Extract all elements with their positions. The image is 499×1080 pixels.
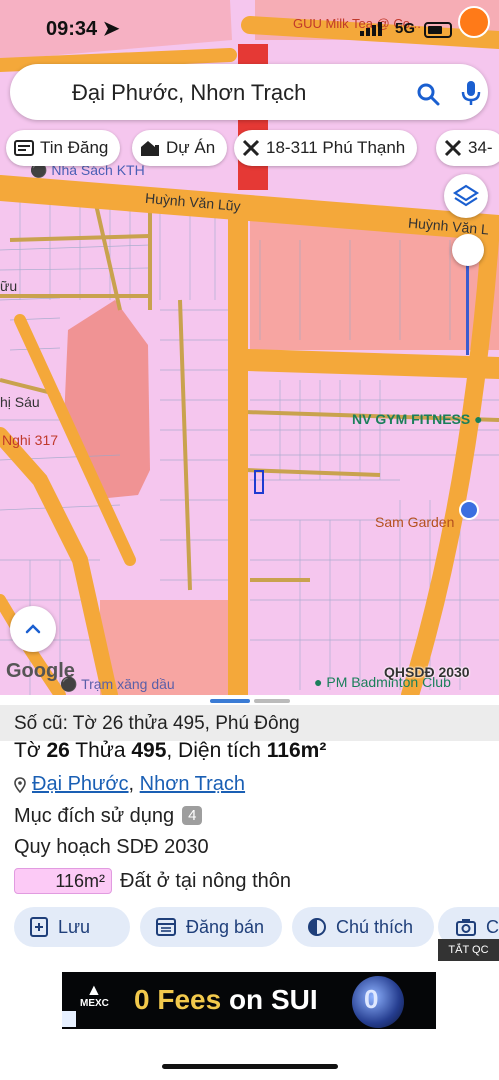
badminton-pin-icon: ● <box>314 674 323 690</box>
save-label: Lưu <box>58 916 91 937</box>
signal-icon <box>360 22 382 36</box>
road-label-left-1: ữu <box>0 278 18 294</box>
news-icon <box>14 140 34 156</box>
hide-ads-button[interactable]: TẮT QC <box>438 939 499 961</box>
chip-du-an[interactable]: Dự Án <box>132 130 228 166</box>
planning-tool-icon <box>242 139 260 157</box>
purpose-label: Mục đích sử dụng <box>14 805 175 827</box>
map-view[interactable]: ⚫ Nhà Sách KTH Huỳnh Văn Lũy Huỳnh Văn L… <box>0 0 499 695</box>
map-label-gas-station[interactable]: ⚫ Trạm xăng dầu <box>60 676 175 693</box>
network-type: 5G <box>395 20 416 37</box>
title-sheet-label: Tờ <box>14 739 47 762</box>
my-location-icon <box>459 500 479 520</box>
location-arrow-icon: ➤ <box>102 18 120 40</box>
title-area-label: , Diện tích <box>166 739 267 762</box>
camera-label: C <box>486 916 499 937</box>
chip-tin-dang[interactable]: Tin Đăng <box>6 130 121 166</box>
status-bar: 09:34 ➤ GUU Milk Tea @ Co... 5G <box>0 0 499 58</box>
road-label-left-2: hị Sáu <box>0 394 40 410</box>
old-reference-bar: Số cũ: Tờ 26 thửa 495, Phú Đông <box>0 705 499 741</box>
plan-layer-label: QHSDĐ 2030 <box>384 664 470 680</box>
gym-name: NV GYM FITNESS <box>352 411 471 427</box>
chevron-up-icon <box>25 624 41 634</box>
status-time: 09:34 ➤ <box>46 16 119 41</box>
ad-banner[interactable]: ▲ MEXC 0 Fees on SUI 0 <box>62 972 436 1029</box>
ad-headline-rest: on SUI <box>221 984 318 1015</box>
map-label-sam-garden[interactable]: Sam Garden <box>375 514 454 530</box>
layers-icon <box>452 184 480 207</box>
plan-label: Quy hoạch SDĐ 2030 <box>14 836 209 858</box>
opacity-slider-handle[interactable] <box>452 234 484 266</box>
parcel-area: 116m² <box>266 739 327 762</box>
ad-badge: 0 <box>364 984 379 1014</box>
chip-phu-thanh[interactable]: 18-311 Phú Thạnh <box>234 130 418 166</box>
legend-button[interactable]: Chú thích <box>292 907 434 947</box>
location-pin-icon <box>14 776 26 793</box>
parcel-number: 495 <box>131 739 167 762</box>
location-separator: , <box>128 773 140 795</box>
camera-icon <box>456 919 476 936</box>
purpose-count-badge: 4 <box>182 806 203 825</box>
contrast-icon <box>308 918 326 936</box>
ad-choices-icon[interactable] <box>62 1011 76 1027</box>
location-link-nhon-trach[interactable]: Nhơn Trạch <box>140 773 245 795</box>
parcel-title: Tờ 26 Thửa 495, Diện tích 116m² <box>14 739 326 763</box>
map-label-gym[interactable]: NV GYM FITNESS ● <box>352 411 483 427</box>
profile-avatar[interactable] <box>458 6 490 38</box>
location-row: Đại Phước, Nhơn Trạch <box>14 773 245 796</box>
sheet-number: 26 <box>46 739 70 762</box>
old-reference-text: Số cũ: Tờ 26 thửa 495, Phú Đông <box>14 713 300 734</box>
chip-label: Dự Án <box>166 138 216 157</box>
legend-label: Chú thích <box>336 916 414 937</box>
parcel-info-sheet: Số cũ: Tờ 26 thửa 495, Phú Đông Tờ 26 Th… <box>0 695 499 1080</box>
save-button[interactable]: Lưu <box>14 907 130 947</box>
sheet-handle[interactable] <box>210 699 250 703</box>
search-bar[interactable]: Đại Phước, Nhơn Trạch <box>10 64 488 120</box>
microphone-icon[interactable] <box>460 80 482 106</box>
ad-graphic: 0 <box>352 976 404 1028</box>
chip-34[interactable]: 34- <box>436 130 499 166</box>
land-type-label: Đất ở tại nông thôn <box>120 869 292 892</box>
search-input[interactable]: Đại Phước, Nhơn Trạch <box>72 80 306 106</box>
title-parcel-label: Thửa <box>69 739 132 762</box>
post-for-sale-button[interactable]: Đăng bán <box>140 907 282 947</box>
ad-headline-highlight: 0 Fees <box>134 984 222 1015</box>
add-bookmark-icon <box>30 917 48 937</box>
area-swatch: 116m² <box>14 868 112 894</box>
sheet-handle-secondary[interactable] <box>254 699 290 703</box>
post-for-sale-label: Đăng bán <box>186 916 265 937</box>
land-use-purpose-row[interactable]: Mục đích sử dụng 4 <box>14 805 203 828</box>
ad-headline: 0 Fees on SUI <box>134 984 318 1016</box>
land-type-row: 116m² Đất ở tại nông thôn <box>14 868 291 894</box>
planning-tool-icon <box>444 139 462 157</box>
google-logo: Google <box>6 660 75 682</box>
chip-label: Tin Đăng <box>40 138 109 157</box>
search-icon[interactable] <box>416 82 440 106</box>
chip-label: 18-311 Phú Thạnh <box>266 138 406 157</box>
home-indicator[interactable] <box>162 1064 338 1069</box>
battery-icon <box>424 22 452 38</box>
project-icon <box>141 141 159 156</box>
calendar-list-icon <box>156 918 176 936</box>
map-label-nghi[interactable]: Nghi 317 <box>2 432 58 448</box>
layers-button[interactable] <box>444 174 488 218</box>
location-link-dai-phuoc[interactable]: Đại Phước <box>32 773 129 795</box>
gym-pin-icon: ● <box>474 411 483 427</box>
expand-sheet-button[interactable] <box>10 606 56 652</box>
chip-label: 34- <box>468 138 493 157</box>
time-text: 09:34 <box>46 18 98 40</box>
gas-name: Trạm xăng dầu <box>81 676 175 692</box>
ad-brand: MEXC <box>80 998 109 1009</box>
